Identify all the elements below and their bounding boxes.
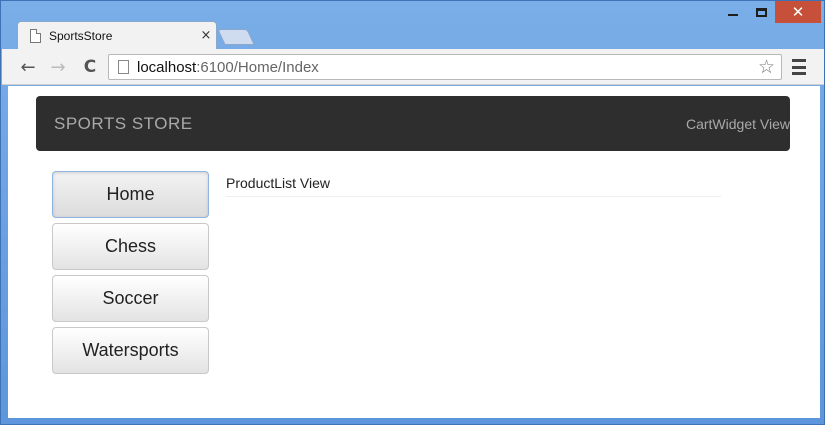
site-navbar: SPORTS STORE CartWidget View <box>36 96 790 151</box>
cart-widget[interactable]: CartWidget View <box>686 116 790 132</box>
maximize-button[interactable] <box>747 1 775 23</box>
new-tab-button[interactable] <box>217 29 255 45</box>
forward-arrow-icon: → <box>50 56 66 78</box>
maximize-icon <box>755 7 767 17</box>
divider <box>226 196 721 197</box>
browser-toolbar: ← → C localhost:6100/Home/Index ☆ <box>2 49 824 85</box>
browser-window: ✕ SportsStore × ← → C localhost:6100/Hom… <box>0 0 825 425</box>
minimize-button[interactable] <box>719 1 747 23</box>
bookmark-star-icon[interactable]: ☆ <box>758 56 775 78</box>
close-icon: ✕ <box>791 3 805 21</box>
category-nav: Home Chess Soccer Watersports <box>52 171 210 379</box>
category-soccer-button[interactable]: Soccer <box>52 275 209 322</box>
forward-button[interactable]: → <box>46 55 70 79</box>
reload-icon: C <box>83 57 97 77</box>
url-path: :6100/Home/Index <box>196 58 319 76</box>
category-watersports-button[interactable]: Watersports <box>52 327 209 374</box>
minimize-icon <box>728 14 738 16</box>
page-icon <box>30 28 41 43</box>
close-window-button[interactable]: ✕ <box>775 1 821 23</box>
tab-close-icon[interactable]: × <box>196 28 216 43</box>
back-arrow-icon: ← <box>20 56 36 78</box>
hamburger-icon-line <box>792 65 806 69</box>
url-host: localhost <box>137 58 197 76</box>
back-button[interactable]: ← <box>16 55 40 79</box>
category-chess-button[interactable]: Chess <box>52 223 209 270</box>
address-bar[interactable]: localhost:6100/Home/Index ☆ <box>108 54 782 80</box>
hamburger-icon-line <box>792 72 806 75</box>
page-icon <box>118 60 129 74</box>
product-list: ProductList View <box>226 175 721 197</box>
browser-menu-button[interactable] <box>792 59 806 75</box>
product-list-text: ProductList View <box>226 175 331 191</box>
tab-sportsstore[interactable]: SportsStore × <box>17 21 217 49</box>
hamburger-icon-line <box>792 59 806 62</box>
brand-title[interactable]: SPORTS STORE <box>54 114 193 134</box>
reload-button[interactable]: C <box>78 55 102 79</box>
tab-title: SportsStore <box>49 28 113 43</box>
page-viewport: SPORTS STORE CartWidget View Home Chess … <box>8 86 820 418</box>
category-home-button[interactable]: Home <box>52 171 209 218</box>
